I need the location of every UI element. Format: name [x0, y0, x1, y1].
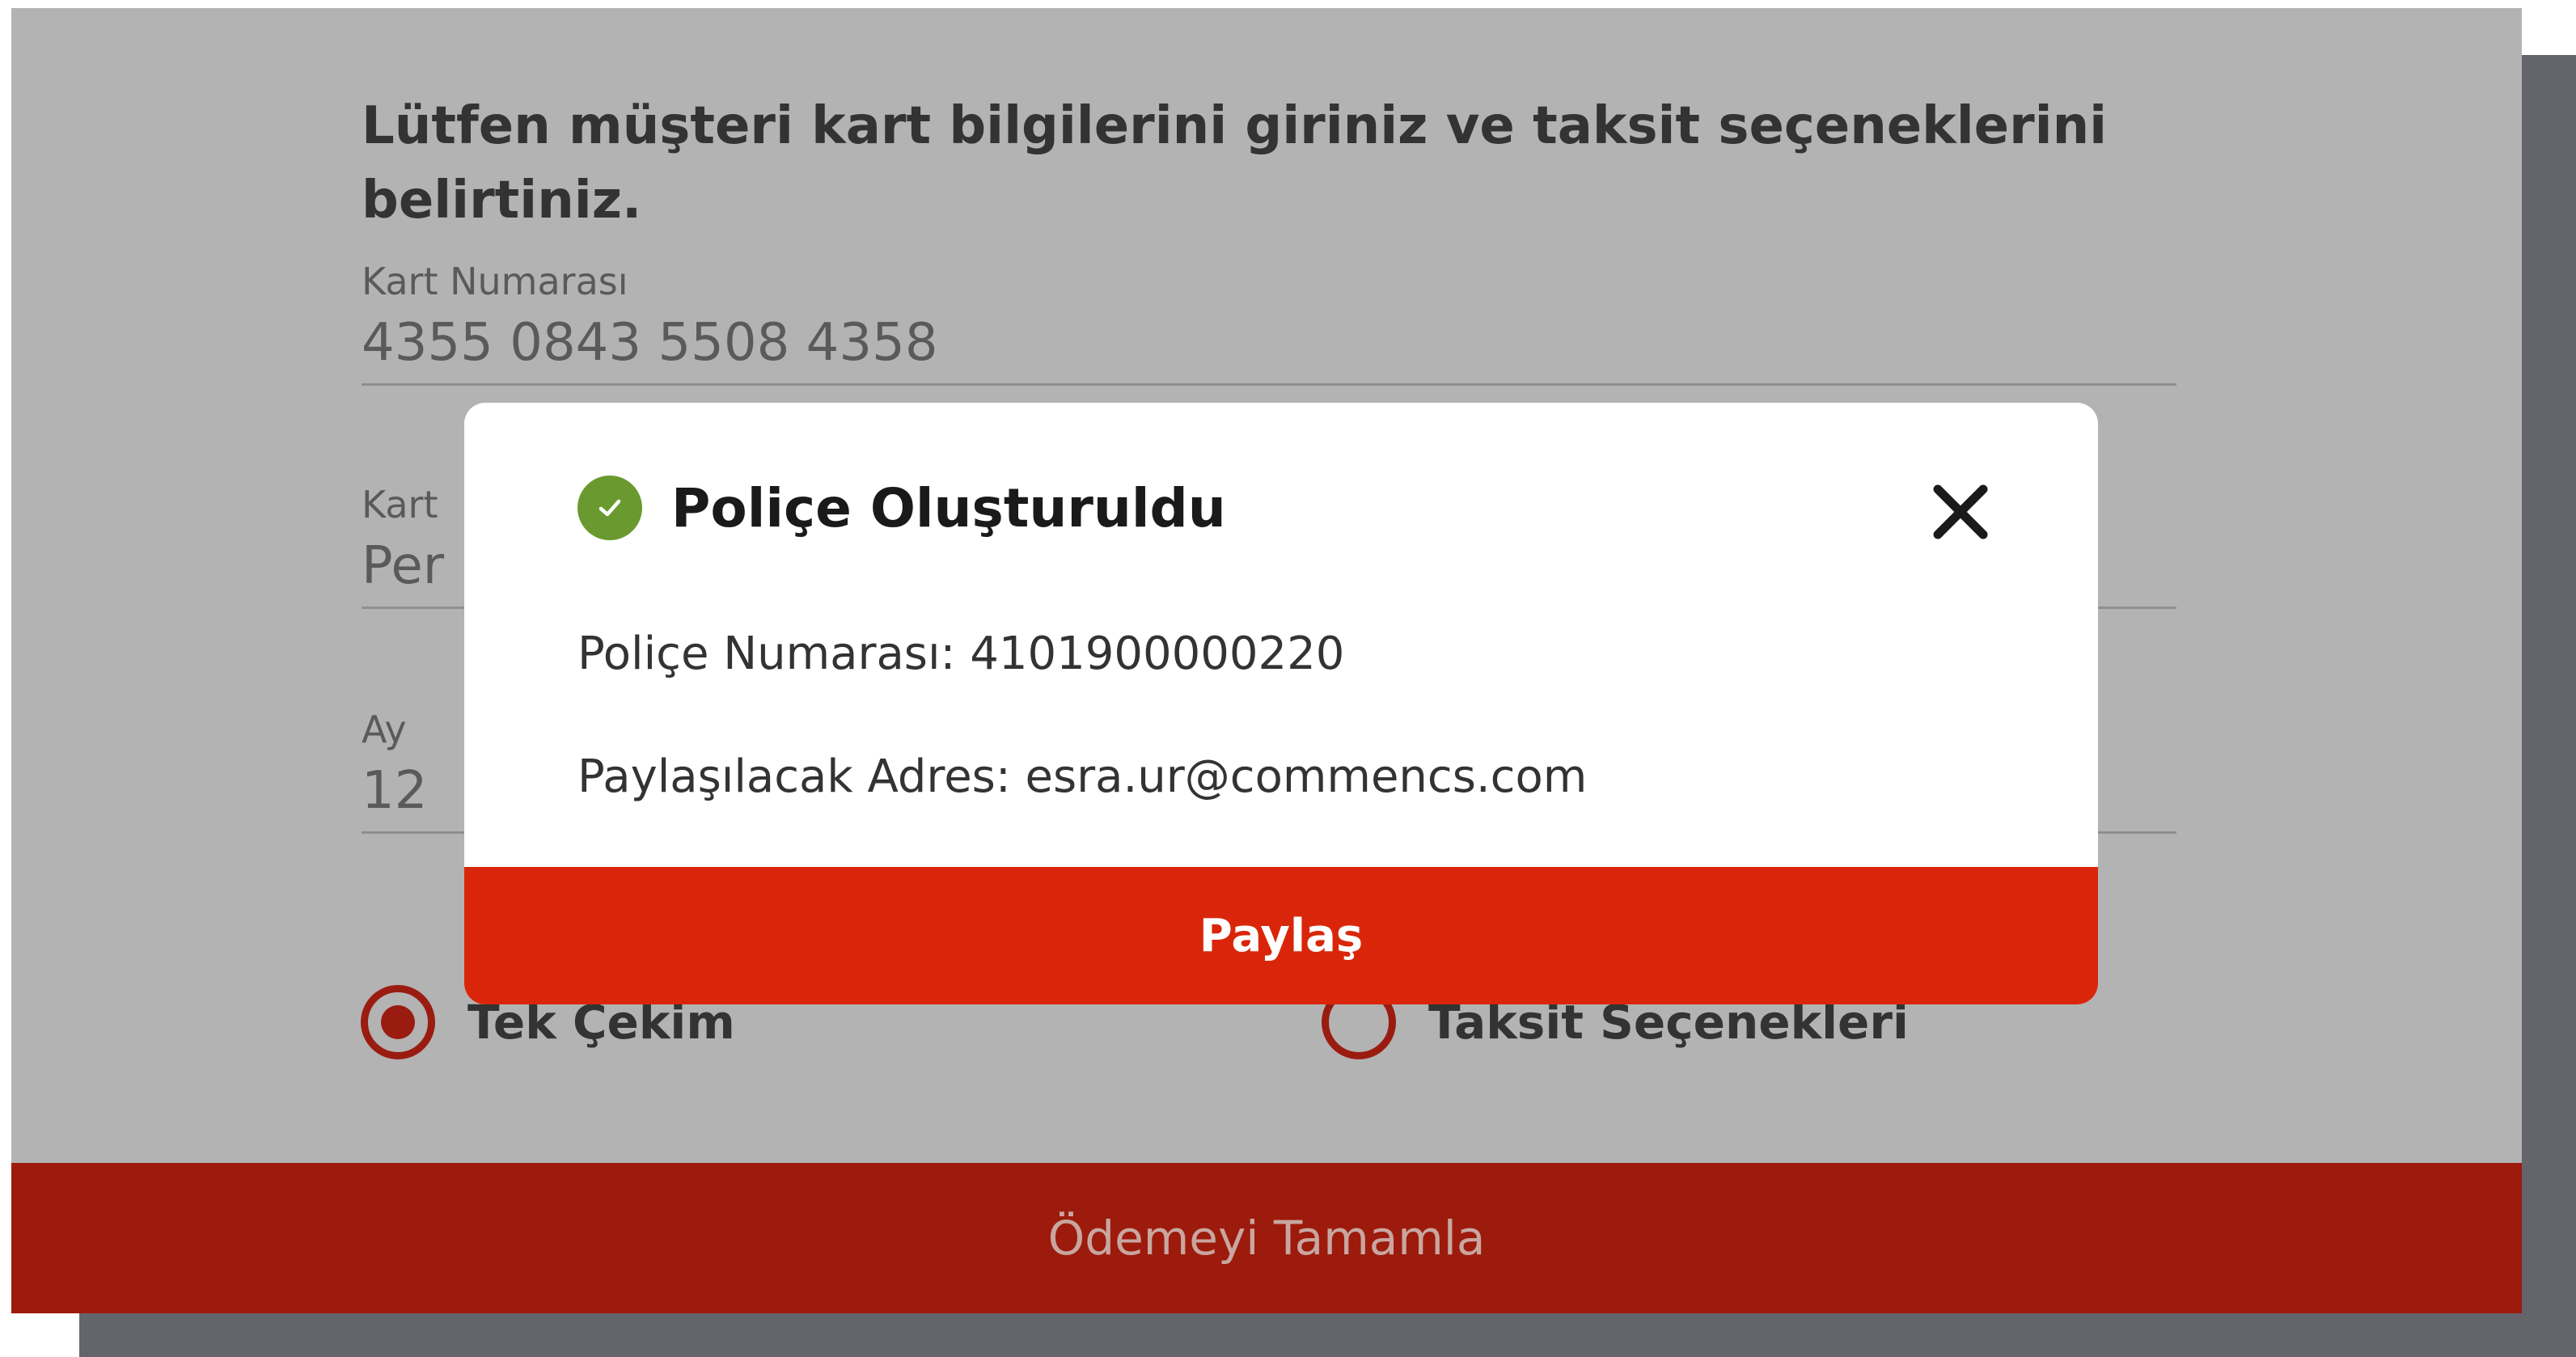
share-address-label: Paylaşılacak Adres: — [577, 750, 1011, 803]
policy-created-modal: Poliçe Oluşturuldu Poliçe Numarası: 4101… — [464, 403, 2098, 1004]
card-number-label: Kart Numarası — [362, 260, 628, 303]
share-button-label: Paylaş — [1199, 909, 1364, 962]
close-button[interactable] — [1928, 480, 1993, 544]
share-address-line: Paylaşılacak Adres: esra.ur@commencs.com — [577, 750, 1587, 803]
card-number-field[interactable]: Kart Numarası 4355 0843 5508 4358 — [362, 257, 2176, 386]
share-address-value: esra.ur@commencs.com — [1025, 750, 1588, 803]
modal-title: Poliçe Oluşturuldu — [671, 476, 1226, 539]
policy-number-value: 4101900000220 — [970, 628, 1345, 680]
policy-number-label: Poliçe Numarası: — [577, 628, 956, 680]
payment-screen: Lütfen müşteri kart bilgilerini giriniz … — [11, 8, 2522, 1313]
check-circle-icon — [577, 476, 642, 540]
modal-header: Poliçe Oluşturuldu — [577, 476, 1226, 540]
radio-dot — [381, 1005, 415, 1039]
checkmark-icon — [599, 499, 621, 517]
complete-payment-button[interactable]: Ödemeyi Tamamla — [11, 1163, 2522, 1313]
card-number-value[interactable]: 4355 0843 5508 4358 — [362, 311, 2176, 383]
policy-number-line: Poliçe Numarası: 4101900000220 — [577, 628, 1344, 680]
form-instruction: Lütfen müşteri kart bilgilerini giriniz … — [362, 96, 2108, 230]
radio-selected-icon[interactable] — [361, 985, 435, 1059]
close-icon — [1933, 484, 1988, 539]
share-button[interactable]: Paylaş — [464, 867, 2098, 1004]
complete-payment-label: Ödemeyi Tamamla — [1047, 1211, 1486, 1266]
